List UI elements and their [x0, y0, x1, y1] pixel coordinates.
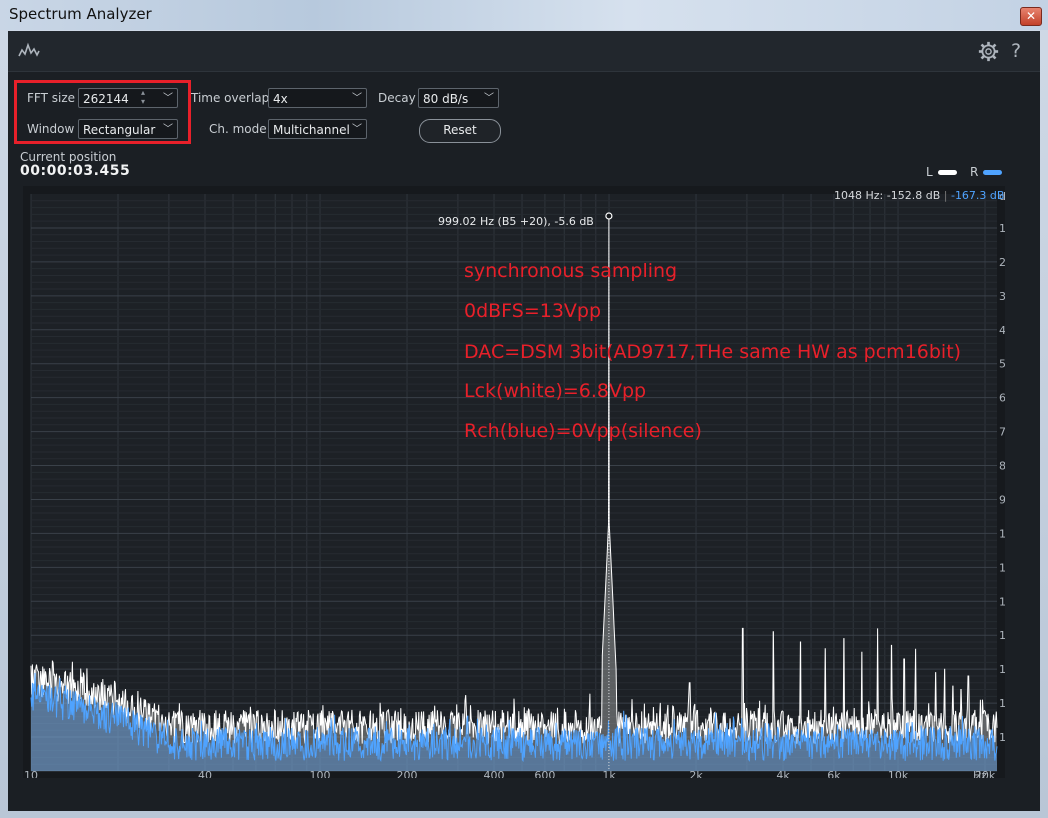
decay-label: Decay — [378, 91, 416, 105]
y-tick-label: 120 — [999, 595, 1005, 608]
x-tick-label: 600 — [534, 769, 555, 778]
x-tick-label: 40 — [198, 769, 212, 778]
chevron-down-icon: ﹀ — [484, 93, 494, 104]
help-icon[interactable]: ? — [1011, 40, 1021, 62]
time-overlap-label: Time overlap — [191, 91, 270, 105]
readout-r-db: -167.3 dB — [950, 189, 1005, 202]
time-overlap-value: 4x — [273, 92, 288, 106]
ch-mode-label: Ch. mode — [209, 122, 267, 136]
decay-select[interactable]: 80 dB/s ﹀ — [418, 88, 499, 108]
legend-l-swatch — [938, 170, 957, 175]
x-tick-label: 400 — [484, 769, 505, 778]
y-tick-label: 130 — [999, 629, 1005, 642]
gear-icon[interactable] — [978, 41, 999, 62]
chevron-down-icon: ﹀ — [352, 93, 362, 104]
legend-r-swatch — [983, 170, 1002, 175]
highlight-box — [14, 80, 191, 144]
close-button[interactable]: ✕ — [1020, 7, 1042, 26]
x-tick-label: 2k — [689, 769, 703, 778]
annotation-text: Rch(blue)=0Vpp(silence) — [464, 420, 702, 442]
annotation-text: 0dBFS=13Vpp — [464, 300, 602, 322]
legend-l-label: L — [926, 165, 933, 179]
y-tick-label: 150 — [999, 697, 1005, 710]
ch-mode-select[interactable]: Multichannel ﹀ — [268, 119, 367, 139]
window-title: Spectrum Analyzer — [9, 5, 152, 23]
y-tick-label: 100 — [999, 527, 1005, 540]
spectrum-logo-icon — [18, 42, 40, 57]
x-tick-label: 200 — [397, 769, 418, 778]
y-tick-label: 50 — [999, 358, 1005, 371]
y-tick-label: 10 — [999, 222, 1005, 235]
y-tick-label: 80 — [999, 460, 1005, 473]
annotation-text: DAC=DSM 3bit(AD9717,THe same HW as pcm16… — [464, 341, 962, 363]
legend-r-label: R — [970, 165, 979, 179]
title-bar: Spectrum Analyzer ✕ — [0, 0, 1048, 30]
y-tick-label: 160 — [999, 731, 1005, 744]
y-tick-label: 20 — [999, 256, 1005, 269]
readout-separator: | — [943, 189, 948, 202]
peak-marker — [605, 212, 613, 220]
app-panel: ? FFT size 262144 ▴ ▾ ﹀ Time overlap 4x ﹀… — [8, 31, 1040, 811]
y-tick-label: 30 — [999, 290, 1005, 303]
decay-value: 80 dB/s — [423, 92, 469, 106]
readout-frequency: 1048 Hz: — [834, 189, 884, 202]
y-tick-label: 70 — [999, 426, 1005, 439]
y-tick-label: 40 — [999, 324, 1005, 337]
y-tick-label: 60 — [999, 392, 1005, 405]
x-tick-label: 6k — [827, 769, 841, 778]
y-tick-label: 140 — [999, 663, 1005, 676]
x-tick-label: 100 — [310, 769, 331, 778]
current-position-value: 00:00:03.455 — [20, 163, 131, 179]
x-unit-label: Hz — [973, 769, 987, 778]
ch-mode-value: Multichannel — [273, 123, 350, 137]
x-tick-label: 1k — [602, 769, 616, 778]
top-toolbar: ? — [8, 31, 1040, 72]
current-position-label: Current position — [20, 150, 117, 164]
annotation-text: synchronous sampling — [464, 260, 678, 282]
y-tick-label: 90 — [999, 493, 1005, 506]
reset-button[interactable]: Reset — [419, 119, 501, 143]
y-tick-label: 110 — [999, 561, 1005, 574]
peak-label: 999.02 Hz (B5 +20), -5.6 dB — [438, 215, 594, 228]
annotation-text: Lck(white)=6.8Vpp — [464, 380, 647, 402]
spectrum-analyzer-window: Spectrum Analyzer ✕ ? FFT size 262144 ▴ … — [0, 0, 1048, 818]
cursor-readout: 1048 Hz: -152.8 dB | -167.3 dB — [834, 189, 1004, 202]
x-tick-label: 10k — [888, 769, 909, 778]
x-tick-label: 10 — [24, 769, 38, 778]
time-overlap-select[interactable]: 4x ﹀ — [268, 88, 367, 108]
readout-l-db: -152.8 dB — [886, 189, 941, 202]
x-tick-label: 4k — [776, 769, 790, 778]
chevron-down-icon: ﹀ — [352, 124, 362, 135]
